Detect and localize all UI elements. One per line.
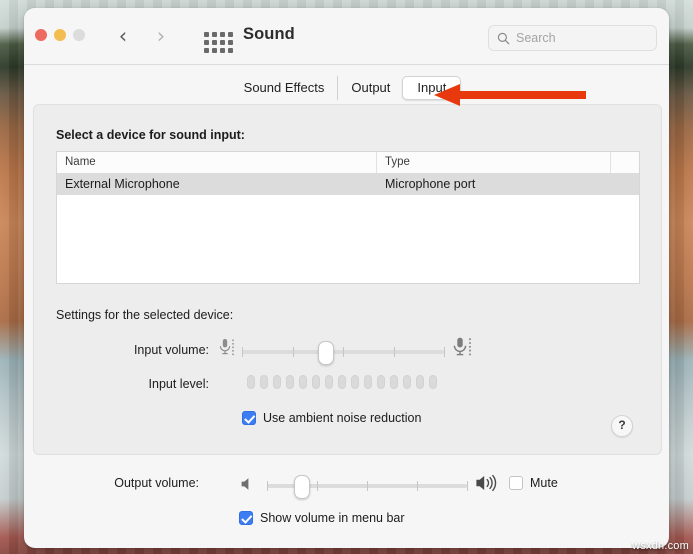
input-level-segment (390, 375, 398, 389)
search-input[interactable] (516, 31, 641, 45)
input-device-table[interactable]: Name Type External Microphone Microphone… (56, 151, 640, 284)
column-header-extra[interactable] (611, 152, 637, 173)
watermark: wsxdn.com (632, 540, 689, 552)
tab-sound-effects[interactable]: Sound Effects (232, 76, 339, 100)
show-volume-label: Show volume in menu bar (260, 511, 405, 525)
input-level-segment (364, 375, 372, 389)
input-level-segment (403, 375, 411, 389)
input-volume-label: Input volume: (94, 343, 209, 357)
show-all-grid-icon[interactable] (202, 30, 234, 54)
slider-tick (317, 481, 318, 491)
slider-tick (467, 481, 468, 491)
input-level-segment (299, 375, 307, 389)
device-type-cell: Microphone port (377, 174, 611, 195)
input-level-segment (247, 375, 255, 389)
select-device-label: Select a device for sound input: (56, 128, 245, 142)
search-icon (497, 32, 510, 45)
slider-tick (267, 481, 268, 491)
input-level-segment (325, 375, 333, 389)
show-volume-checkbox[interactable] (239, 511, 253, 525)
input-level-segment (351, 375, 359, 389)
input-level-segment (377, 375, 385, 389)
slider-tick (293, 347, 294, 357)
speaker-mute-icon (239, 475, 257, 493)
ambient-noise-label: Use ambient noise reduction (263, 411, 421, 425)
sound-preferences-window: ‹ › Sound Sound Effects Output Inp (24, 8, 669, 548)
input-level-segment (312, 375, 320, 389)
mute-checkbox[interactable] (509, 476, 523, 490)
column-header-name[interactable]: Name (57, 152, 377, 173)
speaker-loud-icon (474, 472, 500, 494)
input-level-meter (247, 375, 437, 389)
input-level-segment (260, 375, 268, 389)
mute-label: Mute (530, 476, 558, 490)
slider-tick (444, 347, 445, 357)
table-header-row: Name Type (57, 152, 639, 174)
search-field[interactable] (488, 25, 657, 51)
tab-bar: Sound Effects Output Input (24, 65, 669, 109)
microphone-small-icon (216, 337, 236, 359)
ambient-noise-checkbox[interactable] (242, 411, 256, 425)
input-level-segment (286, 375, 294, 389)
mute-checkbox-row[interactable]: Mute (509, 476, 558, 490)
input-level-label: Input level: (94, 377, 209, 391)
microphone-large-icon (451, 336, 473, 360)
settings-for-device-label: Settings for the selected device: (56, 308, 233, 322)
show-volume-checkbox-row[interactable]: Show volume in menu bar (239, 511, 405, 525)
input-level-segment (416, 375, 424, 389)
slider-tick (343, 347, 344, 357)
minimize-window-button[interactable] (54, 29, 66, 41)
page-title: Sound (243, 25, 295, 44)
close-window-button[interactable] (35, 29, 47, 41)
device-name-cell: External Microphone (57, 174, 377, 195)
back-arrow-icon[interactable]: ‹ (112, 24, 134, 50)
slider-tick (394, 347, 395, 357)
output-volume-label: Output volume: (52, 476, 199, 490)
ambient-noise-checkbox-row[interactable]: Use ambient noise reduction (242, 411, 421, 425)
output-volume-slider[interactable] (267, 484, 467, 488)
input-settings-panel: Select a device for sound input: Name Ty… (33, 104, 662, 455)
column-header-type[interactable]: Type (377, 152, 611, 173)
slider-tick (367, 481, 368, 491)
table-row[interactable]: External Microphone Microphone port (57, 174, 639, 195)
slider-tick (417, 481, 418, 491)
tab-output[interactable]: Output (339, 76, 402, 100)
input-level-segment (338, 375, 346, 389)
forward-arrow-icon[interactable]: › (150, 24, 172, 50)
input-level-segment (429, 375, 437, 389)
desktop-background: ‹ › Sound Sound Effects Output Inp (0, 0, 693, 554)
input-volume-slider[interactable] (242, 350, 444, 354)
input-volume-slider-knob[interactable] (318, 341, 334, 365)
zoom-window-button[interactable] (73, 29, 85, 41)
tab-input[interactable]: Input (402, 76, 461, 100)
window-titlebar: ‹ › Sound (24, 8, 669, 65)
input-level-segment (273, 375, 281, 389)
help-button[interactable]: ? (611, 415, 633, 437)
output-volume-slider-knob[interactable] (294, 475, 310, 499)
slider-tick (242, 347, 243, 357)
